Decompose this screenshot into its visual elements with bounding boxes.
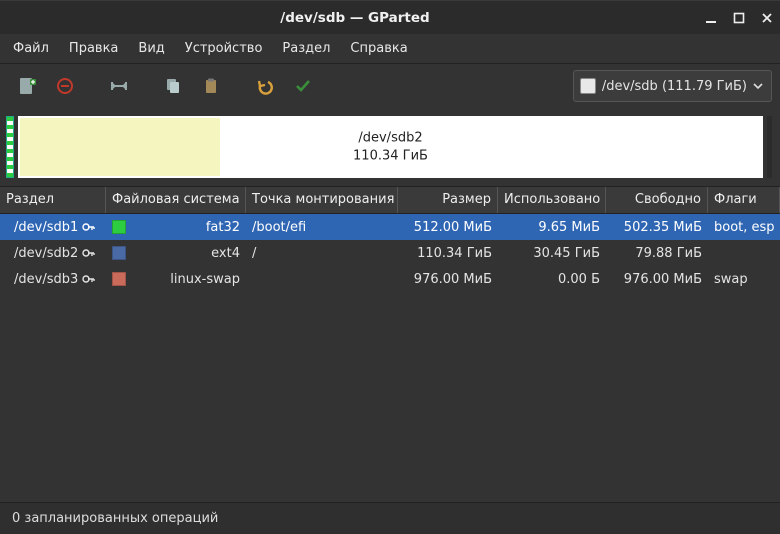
- fs-name: ext4: [136, 246, 240, 261]
- free-cell: 976.00 МиБ: [606, 272, 708, 287]
- mountpoint-cell: /boot/efi: [246, 220, 398, 235]
- status-bar: 0 запланированных операций: [0, 502, 780, 534]
- table-header: Раздел Файловая система Точка монтирован…: [0, 186, 780, 214]
- close-button[interactable]: [760, 11, 774, 25]
- delete-partition-button[interactable]: [46, 68, 84, 104]
- table-row[interactable]: /dev/sdb2 ext4 /110.34 ГиБ30.45 ГиБ79.88 Г…: [0, 240, 780, 266]
- lock-icon: [82, 273, 96, 285]
- disk-graphic-partition-small[interactable]: [6, 116, 14, 178]
- free-cell: 502.35 МиБ: [606, 220, 708, 235]
- partition-table: /dev/sdb1 fat32/boot/efi512.00 МиБ9.65 Ми…: [0, 214, 780, 502]
- fs-name: fat32: [136, 220, 240, 235]
- free-cell: 79.88 ГиБ: [606, 246, 708, 261]
- window-controls: [704, 11, 774, 25]
- flags-cell: boot, esp: [708, 220, 780, 235]
- lock-icon: [82, 221, 96, 233]
- table-row[interactable]: /dev/sdb1 fat32/boot/efi512.00 МиБ9.65 Ми…: [0, 214, 780, 240]
- new-partition-button[interactable]: [8, 68, 46, 104]
- apply-button[interactable]: [284, 68, 322, 104]
- menu-edit[interactable]: Правка: [59, 36, 128, 61]
- lock-icon: [82, 247, 96, 259]
- disk-graphic-partition-name: /dev/sdb2: [20, 129, 761, 147]
- paste-button[interactable]: [192, 68, 230, 104]
- col-mountpoint[interactable]: Точка монтирования: [246, 187, 398, 213]
- resize-partition-button[interactable]: [100, 68, 138, 104]
- disk-graphic-partition-size: 110.34 ГиБ: [20, 147, 761, 165]
- menu-file[interactable]: Файл: [3, 36, 59, 61]
- fs-name: linux-swap: [136, 272, 240, 287]
- col-size[interactable]: Размер: [398, 187, 498, 213]
- size-cell: 110.34 ГиБ: [398, 246, 498, 261]
- fs-color-swatch: [112, 246, 126, 260]
- used-cell: 9.65 МиБ: [498, 220, 606, 235]
- menu-view[interactable]: Вид: [128, 36, 174, 61]
- col-partition[interactable]: Раздел: [0, 187, 106, 213]
- toolbar: /dev/sdb (111.79 ГиБ): [0, 64, 780, 108]
- partition-name: /dev/sdb1: [14, 220, 78, 235]
- used-cell: 30.45 ГиБ: [498, 246, 606, 261]
- status-text: 0 запланированных операций: [12, 511, 218, 526]
- maximize-button[interactable]: [732, 11, 746, 25]
- used-cell: 0.00 Б: [498, 272, 606, 287]
- device-selector[interactable]: /dev/sdb (111.79 ГиБ): [573, 70, 772, 102]
- menu-device[interactable]: Устройство: [175, 36, 273, 61]
- col-filesystem[interactable]: Файловая система: [106, 187, 246, 213]
- flags-cell: swap: [708, 272, 780, 287]
- disk-graphic-partition-main[interactable]: /dev/sdb2 110.34 ГиБ: [18, 116, 763, 178]
- size-cell: 512.00 МиБ: [398, 220, 498, 235]
- disk-graphic-label: /dev/sdb2 110.34 ГиБ: [20, 129, 761, 164]
- col-used[interactable]: Использовано: [498, 187, 606, 213]
- copy-button[interactable]: [154, 68, 192, 104]
- menu-bar: Файл Правка Вид Устройство Раздел Справк…: [0, 34, 780, 64]
- fs-color-swatch: [112, 220, 126, 234]
- mountpoint-cell: /: [246, 246, 398, 261]
- size-cell: 976.00 МиБ: [398, 272, 498, 287]
- disk-graphic-partition-tail[interactable]: [767, 116, 772, 178]
- menu-partition[interactable]: Раздел: [272, 36, 340, 61]
- menu-help[interactable]: Справка: [340, 36, 417, 61]
- partition-name: /dev/sdb2: [14, 246, 78, 261]
- undo-button[interactable]: [246, 68, 284, 104]
- disk-graphic: /dev/sdb2 110.34 ГиБ: [0, 108, 780, 186]
- title-bar: /dev/sdb — GParted: [0, 0, 780, 34]
- window-title: /dev/sdb — GParted: [6, 10, 704, 26]
- col-flags[interactable]: Флаги: [708, 187, 780, 213]
- disk-icon: [580, 78, 596, 94]
- partition-name: /dev/sdb3: [14, 272, 78, 287]
- chevron-down-icon: [753, 81, 763, 91]
- device-selector-label: /dev/sdb (111.79 ГиБ): [602, 79, 747, 94]
- fs-color-swatch: [112, 272, 126, 286]
- minimize-button[interactable]: [704, 11, 718, 25]
- table-row[interactable]: /dev/sdb3 linux-swap 976.00 МиБ0.00 Б976.0…: [0, 266, 780, 292]
- col-free[interactable]: Свободно: [606, 187, 708, 213]
